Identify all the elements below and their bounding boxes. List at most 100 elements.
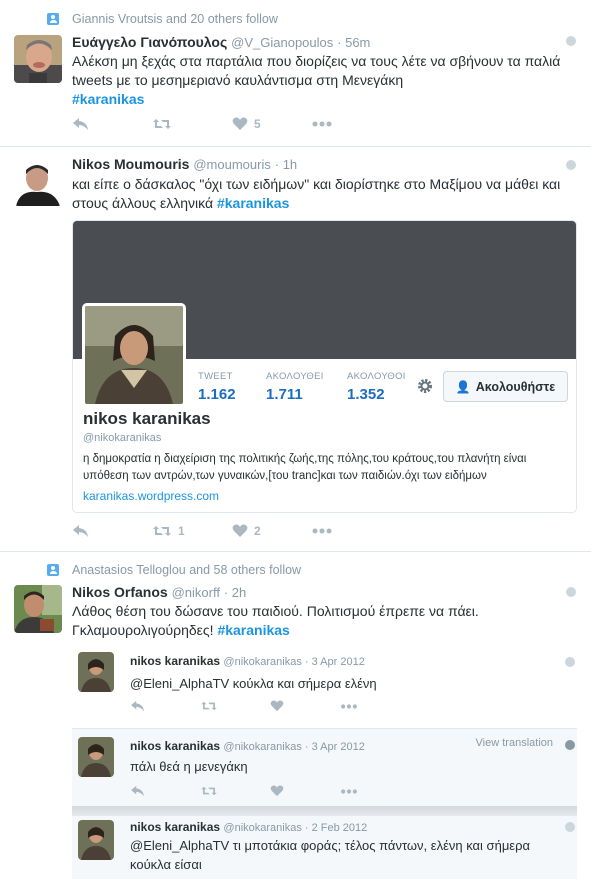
more-options-icon[interactable]: [565, 657, 575, 667]
more-actions-button[interactable]: [312, 121, 332, 127]
tweet-text: Λάθος θέση του δώσανε του παιδιού. Πολιτ…: [72, 602, 580, 640]
author-handle[interactable]: @V_Gianopoulos: [231, 35, 333, 50]
like-button[interactable]: 2: [232, 524, 312, 538]
follow-context-icon: [47, 564, 59, 576]
profile-name[interactable]: nikos karanikas: [83, 409, 211, 429]
reply-author-name[interactable]: nikos karanikas: [130, 654, 220, 668]
hashtag-link[interactable]: #karanikas: [217, 195, 289, 211]
reply-meta[interactable]: @nikokaranikas · 2 Feb 2012: [223, 822, 367, 834]
hashtag-link[interactable]: #karanikas: [72, 91, 144, 107]
more-options-icon[interactable]: [565, 822, 575, 832]
tweet-text: Αλέκση μη ξεχάς στα παρτάλια που διορίζε…: [72, 52, 580, 109]
follow-button[interactable]: 👤 Ακολουθήστε: [443, 371, 568, 402]
retweet-icon: [201, 786, 217, 796]
conversation-reply-2[interactable]: nikos karanikas @nikokaranikas · 3 Apr 2…: [72, 728, 577, 808]
retweet-icon: [153, 119, 171, 129]
stat-following[interactable]: ΑΚΟΛΟΥΘΕΙ 1.711: [266, 371, 324, 403]
heart-icon: [232, 117, 248, 130]
reply-button[interactable]: [72, 117, 152, 131]
conversation-reply-1[interactable]: nikos karanikas @nikokaranikas · 3 Apr 2…: [72, 648, 577, 720]
more-options-icon[interactable]: [566, 160, 576, 170]
avatar[interactable]: [14, 35, 62, 83]
heart-icon: [232, 524, 248, 537]
profile-handle[interactable]: @nikokaranikas: [83, 432, 161, 444]
author-name[interactable]: Ευάγγελο Γιανόπουλος: [72, 34, 227, 50]
reply-meta[interactable]: @nikokaranikas · 3 Apr 2012: [223, 656, 364, 668]
reply-button[interactable]: [130, 785, 200, 797]
conversation-reply-3[interactable]: nikos karanikas @nikokaranikas · 2 Feb 2…: [72, 816, 577, 879]
more-actions-button[interactable]: [340, 788, 358, 794]
view-translation-link[interactable]: View translation: [476, 737, 553, 749]
tweet-2[interactable]: Nikos Moumouris @moumouris · 1h και είπε…: [0, 148, 591, 552]
stat-followers[interactable]: ΑΚΟΛΟΥΘΟΙ 1.352: [347, 371, 406, 403]
follow-context-icon: [47, 13, 59, 25]
tweet-actions: 1 2: [72, 521, 332, 541]
reply-author-name[interactable]: nikos karanikas: [130, 820, 220, 834]
author-handle[interactable]: @moumouris: [193, 157, 271, 172]
timestamp[interactable]: · 1h: [275, 157, 297, 172]
retweet-count: 1: [178, 524, 185, 538]
reply-avatar[interactable]: [78, 737, 114, 777]
reply-author-name[interactable]: nikos karanikas: [130, 739, 220, 753]
follow-context[interactable]: Anastasios Telloglou and 58 others follo…: [72, 563, 301, 577]
stat-tweets[interactable]: TWEET 1.162: [198, 371, 236, 403]
more-actions-button[interactable]: [312, 528, 332, 534]
tweet-header: Ευάγγελο Γιανόπουλος @V_Gianopoulos · 56…: [72, 34, 370, 50]
heart-icon: [270, 785, 284, 797]
reply-button[interactable]: [130, 700, 200, 712]
like-button[interactable]: [270, 700, 340, 712]
reply-meta[interactable]: @nikokaranikas · 3 Apr 2012: [223, 741, 364, 753]
more-actions-button[interactable]: [340, 703, 358, 709]
profile-photo[interactable]: [82, 303, 186, 407]
profile-url-link[interactable]: karanikas.wordpress.com: [83, 489, 219, 503]
hashtag-link[interactable]: #karanikas: [217, 622, 289, 638]
reply-icon: [131, 700, 144, 712]
timeline: Giannis Vroutsis and 20 others follow Ευ…: [0, 0, 591, 879]
reply-actions: [130, 785, 358, 797]
stat-value: 1.162: [198, 386, 236, 403]
like-button[interactable]: [270, 785, 340, 797]
reply-avatar[interactable]: [78, 652, 114, 692]
reply-header: nikos karanikas @nikokaranikas · 2 Feb 2…: [130, 820, 367, 834]
stat-value: 1.711: [266, 386, 303, 403]
timestamp[interactable]: · 2h: [224, 585, 246, 600]
like-count: 2: [254, 524, 261, 538]
heart-icon: [270, 700, 284, 712]
more-dots-icon: [341, 788, 357, 794]
author-handle[interactable]: @nikorff: [172, 585, 220, 600]
author-name[interactable]: Nikos Moumouris: [72, 156, 189, 172]
reply-header: nikos karanikas @nikokaranikas · 3 Apr 2…: [130, 654, 365, 668]
reply-avatar[interactable]: [78, 820, 114, 860]
reply-text: πάλι θεά η μενεγάκη: [130, 759, 248, 774]
like-button[interactable]: 5: [232, 117, 312, 131]
globe-icon[interactable]: [565, 740, 575, 750]
more-dots-icon: [312, 121, 332, 127]
stat-label: ΑΚΟΛΟΥΘΕΙ: [266, 371, 324, 382]
retweet-button[interactable]: 1: [152, 524, 232, 538]
follow-button-label: Ακολουθήστε: [475, 379, 556, 394]
reply-actions: [130, 700, 358, 712]
more-dots-icon: [312, 528, 332, 534]
tweet-body: και είπε ο δάσκαλος "όχι των ειδήμων" κα…: [72, 176, 561, 211]
retweet-button[interactable]: [200, 785, 270, 797]
retweet-icon: [153, 526, 171, 536]
author-name[interactable]: Nikos Orfanos: [72, 584, 168, 600]
follow-context[interactable]: Giannis Vroutsis and 20 others follow: [72, 12, 278, 26]
tweet-text: και είπε ο δάσκαλος "όχι των ειδήμων" κα…: [72, 175, 580, 213]
more-dots-icon: [341, 703, 357, 709]
stat-label: TWEET: [198, 371, 233, 382]
tweet-actions: 5: [72, 114, 332, 134]
retweet-button[interactable]: [200, 700, 270, 712]
tweet-header: Nikos Orfanos @nikorff · 2h: [72, 584, 246, 600]
more-options-icon[interactable]: [566, 587, 576, 597]
tweet-1[interactable]: Giannis Vroutsis and 20 others follow Ευ…: [0, 0, 591, 147]
avatar[interactable]: [14, 585, 62, 633]
settings-gear-icon[interactable]: [417, 378, 433, 397]
avatar[interactable]: [14, 158, 62, 206]
timestamp[interactable]: · 56m: [337, 35, 370, 50]
reply-text: @Eleni_AlphaTV τι μποτάκια φοράς; τέλος …: [130, 838, 531, 872]
reply-button[interactable]: [72, 524, 152, 538]
retweet-button[interactable]: [152, 117, 232, 131]
more-options-icon[interactable]: [566, 36, 576, 46]
profile-card[interactable]: TWEET 1.162 ΑΚΟΛΟΥΘΕΙ 1.711 ΑΚΟΛΟΥΘΟΙ 1.…: [72, 220, 577, 513]
